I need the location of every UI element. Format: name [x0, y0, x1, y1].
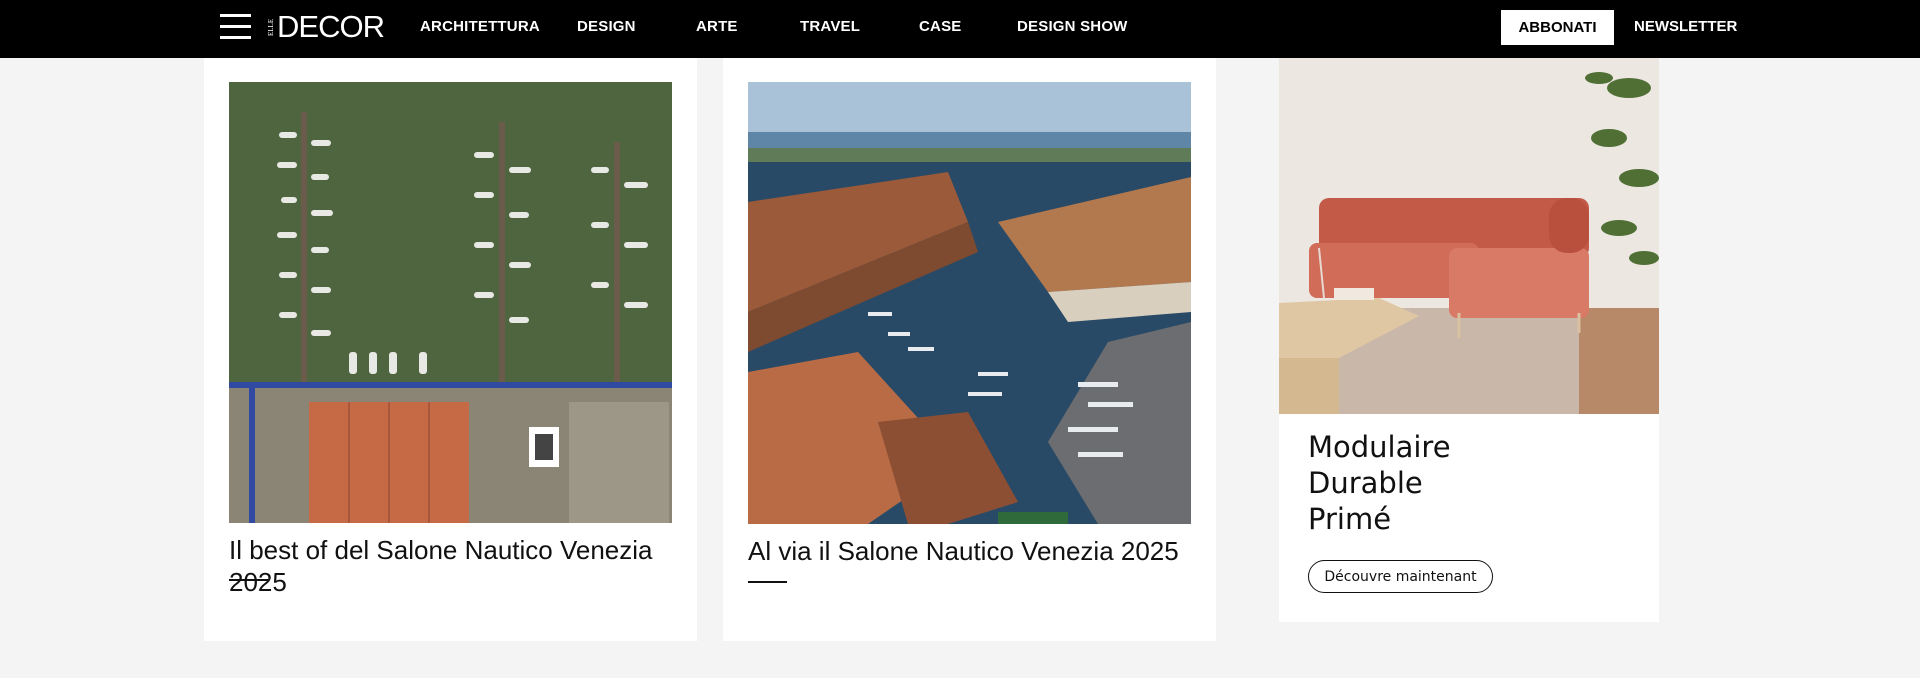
subscribe-button[interactable]: ABBONATI — [1501, 10, 1614, 45]
logo-decor-text: DECOR — [277, 9, 385, 44]
ad-headline-line: Primé — [1308, 502, 1392, 536]
nav-item-design[interactable]: DESIGN — [577, 18, 636, 35]
article-title[interactable]: Il best of del Salone Nautico Venezia 20… — [229, 534, 679, 598]
top-navigation-bar: ELLE DECOR ARCHITETTURA DESIGN ARTE TRAV… — [0, 0, 1920, 58]
nav-item-architettura[interactable]: ARCHITETTURA — [420, 18, 540, 35]
nav-item-case[interactable]: CASE — [919, 18, 961, 35]
advertisement[interactable]: Modulaire Durable Primé Découvre mainten… — [1279, 58, 1659, 622]
terracotta-modular-sofa-photo[interactable] — [1279, 58, 1659, 414]
aerial-venice-arsenale-photo[interactable] — [748, 82, 1191, 524]
nav-item-design-show[interactable]: DESIGN SHOW — [1017, 18, 1128, 35]
title-underline — [229, 579, 268, 581]
logo-elle-text: ELLE — [267, 18, 275, 36]
ad-headline-line: Modulaire — [1308, 430, 1451, 464]
elle-decor-logo[interactable]: ELLE DECOR — [267, 9, 385, 44]
nav-item-travel[interactable]: TRAVEL — [800, 18, 860, 35]
newsletter-link[interactable]: NEWSLETTER — [1634, 18, 1737, 35]
title-underline — [748, 581, 787, 583]
article-title[interactable]: Al via il Salone Nautico Venezia 2025 — [748, 535, 1198, 567]
discover-now-button[interactable]: Découvre maintenant — [1308, 560, 1493, 593]
nav-item-arte[interactable]: ARTE — [696, 18, 738, 35]
article-card[interactable]: Al via il Salone Nautico Venezia 2025 — [723, 58, 1216, 641]
article-card[interactable]: Il best of del Salone Nautico Venezia 20… — [204, 58, 697, 641]
ad-headline-line: Durable — [1308, 466, 1423, 500]
hamburger-menu-icon[interactable] — [220, 14, 251, 40]
aerial-marina-photo[interactable] — [229, 82, 672, 523]
